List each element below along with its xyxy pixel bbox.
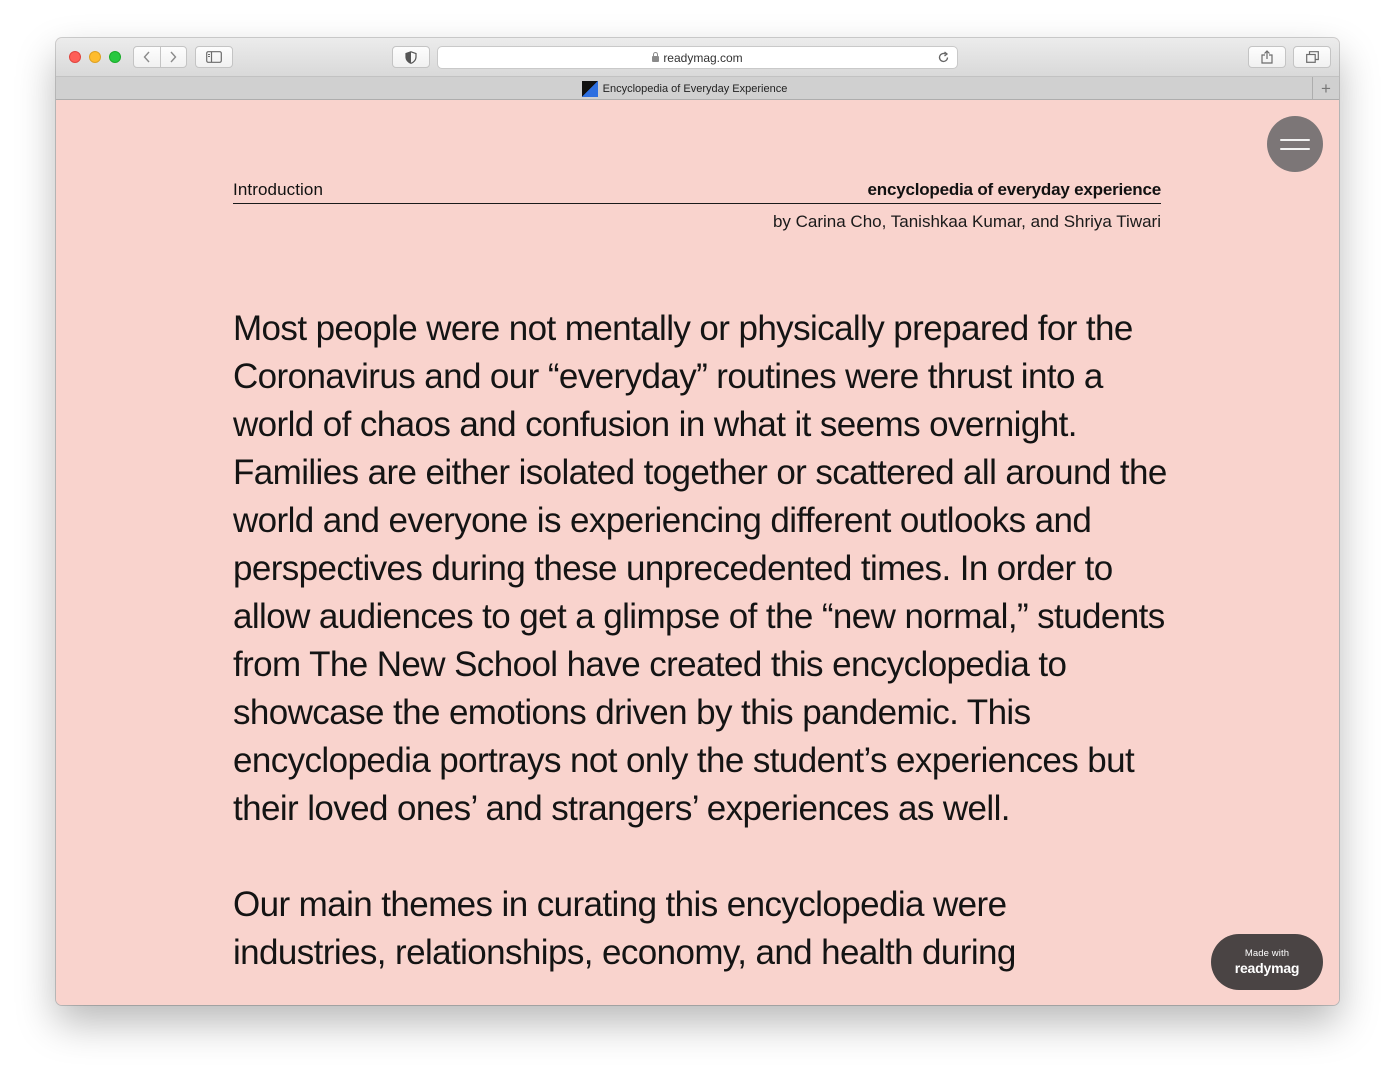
sidebar-icon bbox=[206, 51, 222, 63]
forward-button[interactable] bbox=[159, 47, 187, 67]
sidebar-toggle-button[interactable] bbox=[195, 46, 233, 68]
site-favicon-icon bbox=[581, 81, 598, 97]
close-window-button[interactable] bbox=[69, 51, 81, 63]
chevron-right-icon bbox=[170, 51, 177, 63]
active-tab[interactable]: Encyclopedia of Everyday Experience bbox=[56, 77, 1313, 101]
lock-icon bbox=[652, 51, 660, 62]
paragraph: Most people were not mentally or physica… bbox=[233, 309, 1167, 828]
share-button[interactable] bbox=[1248, 46, 1286, 68]
chevron-left-icon bbox=[143, 51, 150, 63]
hamburger-line bbox=[1280, 138, 1310, 141]
tabs-icon bbox=[1305, 51, 1319, 63]
browser-window: readymag.com Encyclopedia of Everyday Ex… bbox=[56, 38, 1339, 1005]
privacy-report-button[interactable] bbox=[392, 46, 430, 68]
site-title: encyclopedia of everyday experience bbox=[867, 180, 1162, 199]
tab-bar: Encyclopedia of Everyday Experience + bbox=[56, 76, 1339, 100]
readymag-logo: readymag bbox=[1234, 960, 1300, 976]
page-content: Introduction encyclopedia of everyday ex… bbox=[56, 100, 1339, 1005]
paragraph: Our main themes in curating this encyclo… bbox=[233, 885, 1016, 972]
shield-icon bbox=[405, 50, 417, 64]
section-label: Introduction bbox=[233, 180, 324, 199]
url-text: readymag.com bbox=[663, 50, 743, 65]
made-with-label: Made with bbox=[1244, 948, 1290, 959]
page-header: Introduction encyclopedia of everyday ex… bbox=[233, 180, 1161, 204]
minimize-window-button[interactable] bbox=[89, 51, 101, 63]
tab-title: Encyclopedia of Everyday Experience bbox=[602, 83, 788, 95]
byline: by Carina Cho, Tanishkaa Kumar, and Shri… bbox=[772, 212, 1161, 231]
back-button[interactable] bbox=[134, 47, 160, 67]
navigation-buttons bbox=[133, 46, 187, 68]
hamburger-line bbox=[1280, 147, 1310, 150]
address-bar[interactable]: readymag.com bbox=[437, 46, 958, 69]
menu-button[interactable] bbox=[1267, 116, 1323, 172]
reload-icon[interactable] bbox=[937, 51, 950, 64]
intro-text: Most people were not mentally or physica… bbox=[233, 305, 1168, 1005]
tab-overview-button[interactable] bbox=[1293, 46, 1331, 68]
share-icon bbox=[1261, 50, 1273, 64]
made-with-readymag-badge[interactable]: Made with readymag bbox=[1211, 934, 1323, 990]
zoom-window-button[interactable] bbox=[109, 51, 121, 63]
new-tab-button[interactable]: + bbox=[1312, 77, 1339, 100]
browser-toolbar: readymag.com bbox=[56, 38, 1339, 76]
